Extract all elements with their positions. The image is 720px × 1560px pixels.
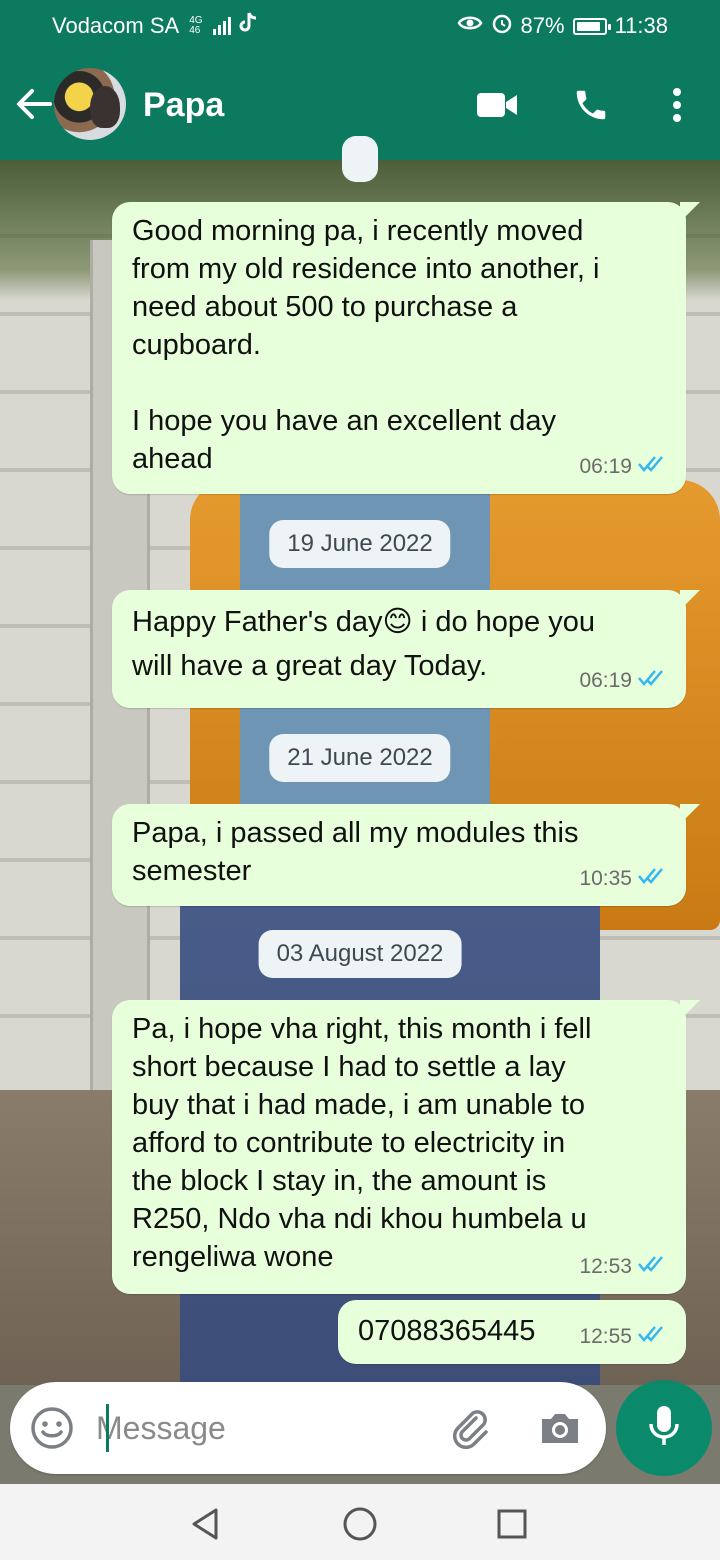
alarm-icon: [491, 12, 513, 40]
clock: 11:38: [614, 13, 668, 38]
battery-percent: 87%: [520, 13, 565, 38]
recents-square-icon[interactable]: [492, 1504, 532, 1544]
message-meta: 12:55: [579, 1318, 668, 1356]
battery-icon: [572, 17, 611, 35]
message-bubble[interactable]: 07088365445 12:55: [338, 1300, 686, 1364]
video-call-icon[interactable]: [472, 80, 522, 130]
read-ticks-icon: [638, 1318, 668, 1356]
phone-icon[interactable]: [566, 80, 616, 130]
message-time: 06:19: [579, 669, 632, 692]
message-input[interactable]: [96, 1402, 436, 1454]
more-vert-icon[interactable]: [652, 80, 702, 130]
read-ticks-icon: [638, 860, 668, 898]
message-time: 12:55: [579, 1325, 632, 1348]
status-left: Vodacom SA 4G 46: [52, 12, 257, 40]
contact-name[interactable]: Papa: [143, 86, 224, 125]
date-chip: 21 June 2022: [269, 734, 451, 782]
date-chip: 03 August 2022: [258, 930, 462, 978]
message-text: Pa, i hope vha right, this month i fell …: [132, 1013, 592, 1273]
message-meta: 10:35: [579, 860, 668, 898]
message-time: 06:19: [579, 455, 632, 478]
date-chip-partial: [342, 136, 378, 182]
message-time: 10:35: [579, 867, 632, 890]
status-right: 87% 11:38: [457, 12, 668, 40]
carrier-name: Vodacom SA: [52, 13, 180, 38]
text-cursor: [106, 1404, 109, 1452]
camera-icon[interactable]: [536, 1404, 584, 1452]
tiktok-icon: [239, 12, 257, 40]
home-circle-icon[interactable]: [340, 1504, 380, 1544]
message-bubble[interactable]: Happy Father's day😊 i do hope you will h…: [112, 590, 700, 708]
system-nav-bar: [0, 1484, 720, 1560]
date-chip: 19 June 2022: [269, 520, 451, 568]
back-triangle-icon[interactable]: [186, 1504, 226, 1544]
eye-comfort-icon: [457, 13, 483, 39]
network-type: 4G 46: [189, 15, 203, 36]
message-bubble[interactable]: Pa, i hope vha right, this month i fell …: [112, 1000, 700, 1294]
mic-icon: [646, 1404, 682, 1453]
message-text: Good morning pa, i recently moved from m…: [132, 215, 600, 475]
signal-icon: [212, 17, 231, 35]
emoji-icon[interactable]: [28, 1404, 76, 1452]
contact-avatar[interactable]: [54, 68, 126, 140]
back-arrow-icon[interactable]: [12, 82, 56, 126]
message-meta: 06:19: [579, 662, 668, 700]
read-ticks-icon: [638, 1248, 668, 1286]
message-meta: 12:53: [579, 1248, 668, 1286]
message-time: 12:53: [579, 1255, 632, 1278]
message-bubble[interactable]: Good morning pa, i recently moved from m…: [112, 202, 700, 494]
message-meta: 06:19: [579, 448, 668, 486]
message-bubble[interactable]: Papa, i passed all my modules this semes…: [112, 804, 700, 906]
composer: [10, 1382, 606, 1474]
mic-button[interactable]: [616, 1380, 712, 1476]
status-bar: Vodacom SA 4G 46 87% 11:38: [0, 0, 720, 50]
attach-icon[interactable]: [446, 1404, 494, 1452]
read-ticks-icon: [638, 448, 668, 486]
read-ticks-icon: [638, 662, 668, 700]
